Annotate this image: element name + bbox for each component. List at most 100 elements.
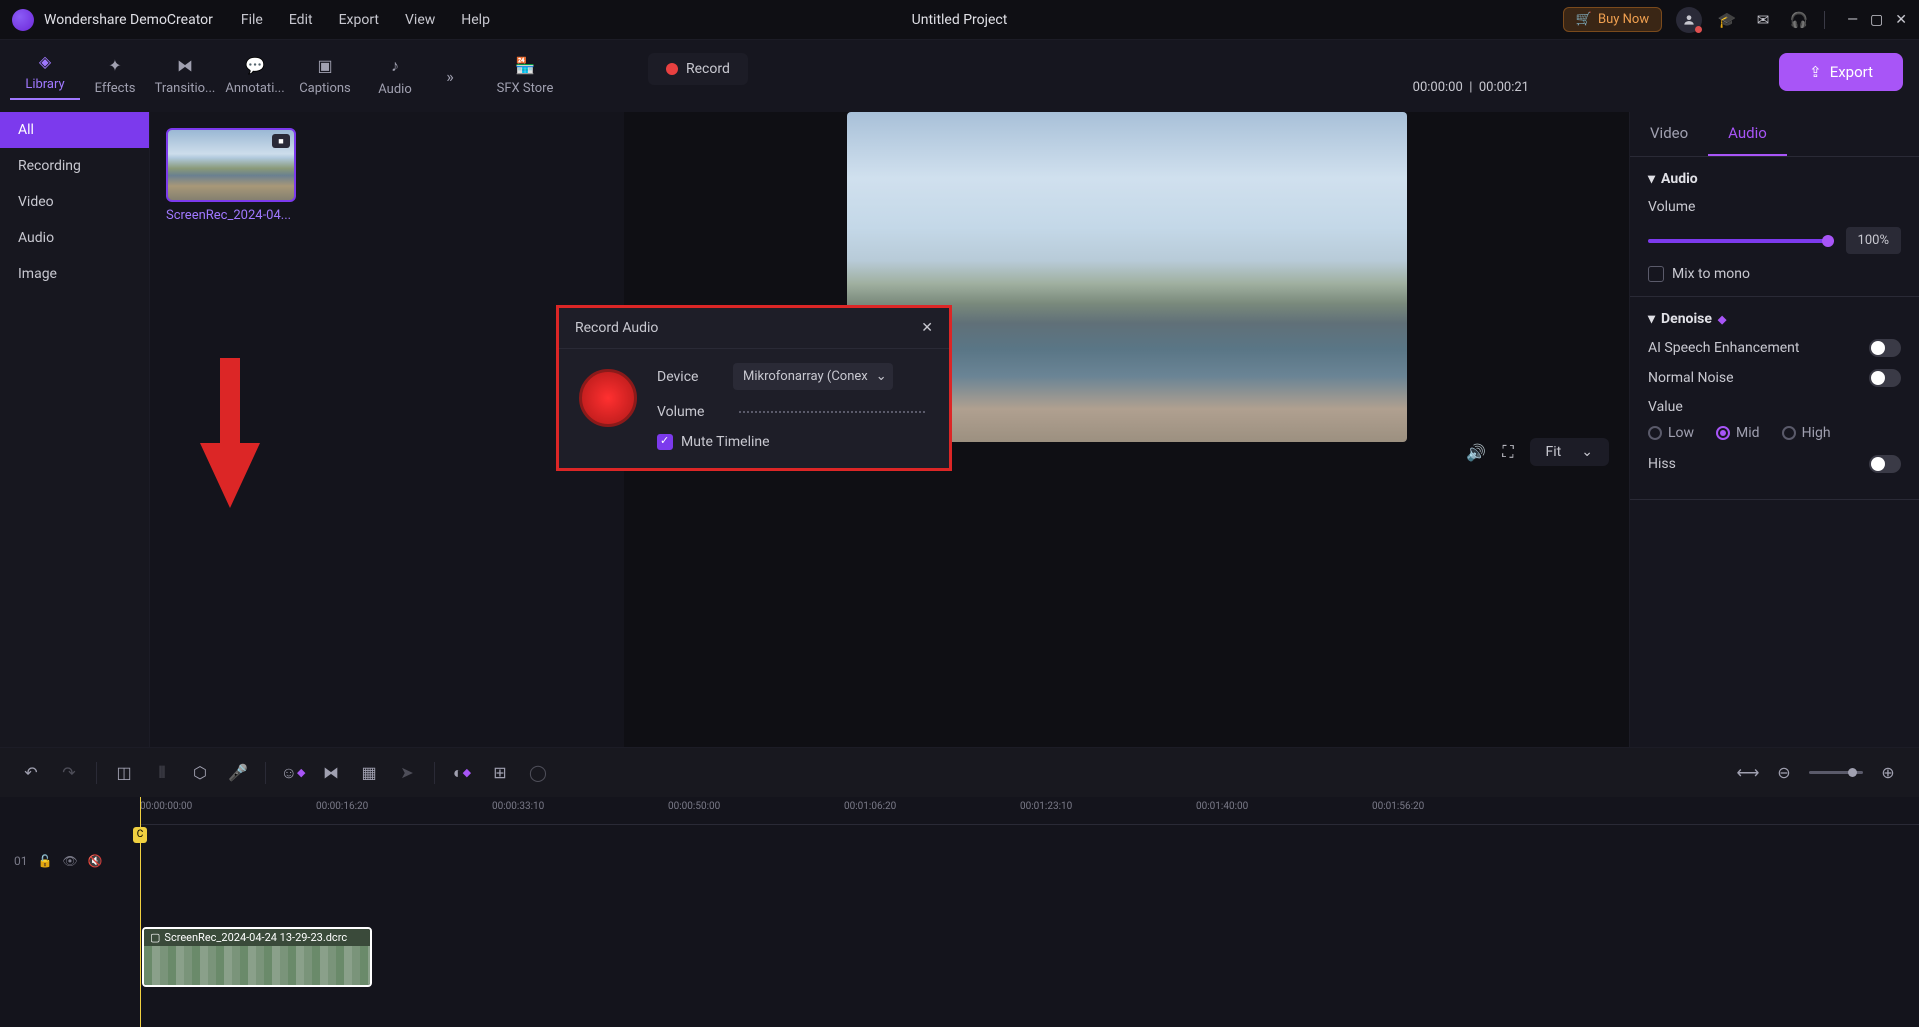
radio-low[interactable]: Low bbox=[1648, 425, 1694, 441]
effects-icon: ✦ bbox=[108, 56, 121, 75]
radio-mid[interactable]: Mid bbox=[1716, 425, 1760, 441]
tab-captions[interactable]: ▣Captions bbox=[290, 56, 360, 96]
menu-help[interactable]: Help bbox=[461, 12, 490, 28]
zoom-slider[interactable] bbox=[1809, 771, 1863, 774]
record-start-button[interactable] bbox=[579, 369, 637, 427]
props-tab-video[interactable]: Video bbox=[1630, 112, 1708, 156]
fit-select[interactable]: Fit⌄ bbox=[1530, 438, 1609, 466]
clip-type-icon: ▢ bbox=[150, 931, 160, 944]
crop-icon[interactable]: ◫ bbox=[113, 762, 135, 784]
split-icon[interactable]: ⦀ bbox=[151, 762, 173, 784]
tool-tabs: ◈Library ✦Effects ⧓Transitio... 💬Annotat… bbox=[0, 40, 1919, 112]
hiss-toggle[interactable] bbox=[1869, 455, 1901, 473]
zoom-in-icon[interactable]: ⊕ bbox=[1877, 762, 1899, 784]
user-avatar-icon[interactable] bbox=[1676, 7, 1702, 33]
value-label: Value bbox=[1648, 399, 1901, 415]
cat-audio[interactable]: Audio bbox=[0, 220, 149, 256]
volume-label: Volume bbox=[1648, 199, 1695, 215]
support-icon[interactable]: 🎧 bbox=[1788, 9, 1810, 31]
redo-icon[interactable]: ↷ bbox=[58, 762, 80, 784]
maximize-button[interactable]: ▢ bbox=[1870, 12, 1883, 28]
track-head: 01 🔓 👁 🔇 bbox=[0, 854, 140, 868]
volume-value[interactable]: 100% bbox=[1846, 227, 1901, 254]
cursor-icon[interactable]: ➤ bbox=[396, 762, 418, 784]
normal-noise-toggle[interactable] bbox=[1869, 369, 1901, 387]
mirror-icon[interactable]: ⧓ bbox=[320, 762, 342, 784]
close-button[interactable]: ✕ bbox=[1895, 12, 1907, 28]
menu-view[interactable]: View bbox=[405, 12, 435, 28]
tab-transitions[interactable]: ⧓Transitio... bbox=[150, 56, 220, 96]
fullscreen-icon[interactable]: ⛶ bbox=[1502, 442, 1513, 462]
chevron-down-icon: ⌄ bbox=[1581, 444, 1593, 460]
dialog-title: Record Audio bbox=[575, 320, 658, 336]
playhead[interactable] bbox=[140, 797, 141, 1027]
radio-high[interactable]: High bbox=[1782, 425, 1831, 441]
tab-sfx-store[interactable]: 🏪SFX Store bbox=[490, 56, 560, 96]
dialog-volume-slider[interactable] bbox=[739, 411, 925, 413]
dialog-volume-label: Volume bbox=[657, 404, 733, 420]
clip-body bbox=[144, 946, 370, 987]
adjust-icon[interactable]: ⊞ bbox=[489, 762, 511, 784]
tab-audio[interactable]: ♪Audio bbox=[360, 56, 430, 97]
cat-image[interactable]: Image bbox=[0, 256, 149, 292]
face-icon[interactable]: ☺◆ bbox=[282, 762, 304, 784]
record-dot-icon bbox=[666, 63, 678, 75]
time-display: 00:00:00 | 00:00:21 bbox=[1413, 80, 1529, 95]
graduation-icon[interactable]: 🎓 bbox=[1716, 9, 1738, 31]
mute-timeline-checkbox[interactable]: Mute Timeline bbox=[657, 434, 925, 450]
category-sidebar: All Recording Video Audio Image bbox=[0, 112, 150, 747]
fit-timeline-icon[interactable]: ⟷ bbox=[1737, 762, 1759, 784]
mic-icon[interactable]: 🎤 bbox=[227, 762, 249, 784]
menu-file[interactable]: File bbox=[241, 12, 263, 28]
denoise-section-header[interactable]: ▾Denoise◆ bbox=[1648, 311, 1901, 327]
tab-annotations[interactable]: 💬Annotati... bbox=[220, 56, 290, 96]
mix-mono-checkbox[interactable]: Mix to mono bbox=[1648, 266, 1901, 282]
ai-speech-toggle[interactable] bbox=[1869, 339, 1901, 357]
camera-badge-icon: ■ bbox=[272, 134, 290, 148]
undo-icon[interactable]: ↶ bbox=[20, 762, 42, 784]
export-button[interactable]: ⇪Export bbox=[1779, 53, 1903, 91]
denoise-value-radios: Low Mid High bbox=[1648, 425, 1901, 441]
audio-section-header[interactable]: ▾Audio bbox=[1648, 171, 1901, 187]
device-select[interactable]: Mikrofonarray (Conex⌄ bbox=[733, 363, 893, 390]
tab-more[interactable]: » bbox=[430, 67, 470, 86]
app-logo-icon bbox=[12, 9, 34, 31]
ai-speech-label: AI Speech Enhancement bbox=[1648, 340, 1799, 356]
dialog-close-icon[interactable]: ✕ bbox=[921, 320, 933, 336]
lock-icon[interactable]: 🔓 bbox=[38, 854, 53, 868]
cat-recording[interactable]: Recording bbox=[0, 148, 149, 184]
tab-library[interactable]: ◈Library bbox=[10, 52, 80, 100]
menu-export[interactable]: Export bbox=[339, 12, 379, 28]
buy-now-button[interactable]: 🛒Buy Now bbox=[1563, 7, 1662, 32]
menu-edit[interactable]: Edit bbox=[289, 12, 313, 28]
speaker-icon[interactable]: 🔊 bbox=[1466, 443, 1486, 462]
gem-icon: ◆ bbox=[297, 766, 305, 779]
tab-effects[interactable]: ✦Effects bbox=[80, 56, 150, 96]
person-icon[interactable]: ◯ bbox=[527, 762, 549, 784]
mute-icon[interactable]: 🔇 bbox=[88, 854, 103, 868]
mail-icon[interactable]: ✉ bbox=[1752, 9, 1774, 31]
timeline-ruler[interactable]: 00:00:00:00 00:00:16:20 00:00:33:10 00:0… bbox=[140, 797, 1919, 825]
zoom-out-icon[interactable]: ⊖ bbox=[1773, 762, 1795, 784]
more-icon: » bbox=[446, 67, 454, 86]
shield-icon[interactable]: ⬡ bbox=[189, 762, 211, 784]
cart-icon: 🛒 bbox=[1576, 12, 1592, 27]
hiss-label: Hiss bbox=[1648, 456, 1676, 472]
record-button[interactable]: Record bbox=[648, 53, 748, 85]
cat-video[interactable]: Video bbox=[0, 184, 149, 220]
export-icon: ⇪ bbox=[1809, 63, 1822, 81]
media-label: ScreenRec_2024-04... bbox=[166, 208, 296, 223]
track-number: 01 bbox=[14, 854, 28, 868]
minimize-button[interactable]: — bbox=[1847, 12, 1858, 28]
props-tab-audio[interactable]: Audio bbox=[1708, 112, 1787, 156]
cat-all[interactable]: All bbox=[0, 112, 149, 148]
volume-slider[interactable] bbox=[1648, 239, 1834, 243]
media-item[interactable]: ■ ScreenRec_2024-04... bbox=[166, 128, 296, 223]
timeline: 00:00:00:00 00:00:16:20 00:00:33:10 00:0… bbox=[0, 797, 1919, 1027]
eye-icon[interactable]: 👁 bbox=[62, 854, 77, 868]
timeline-clip[interactable]: ▢ScreenRec_2024-04-24 13-29-23.dcrc bbox=[142, 927, 372, 987]
app-name: Wondershare DemoCreator bbox=[44, 12, 213, 28]
frame-icon[interactable]: ▦ bbox=[358, 762, 380, 784]
globe-icon[interactable]: ◐◆ bbox=[451, 762, 473, 784]
main-menu: File Edit Export View Help bbox=[241, 12, 490, 28]
